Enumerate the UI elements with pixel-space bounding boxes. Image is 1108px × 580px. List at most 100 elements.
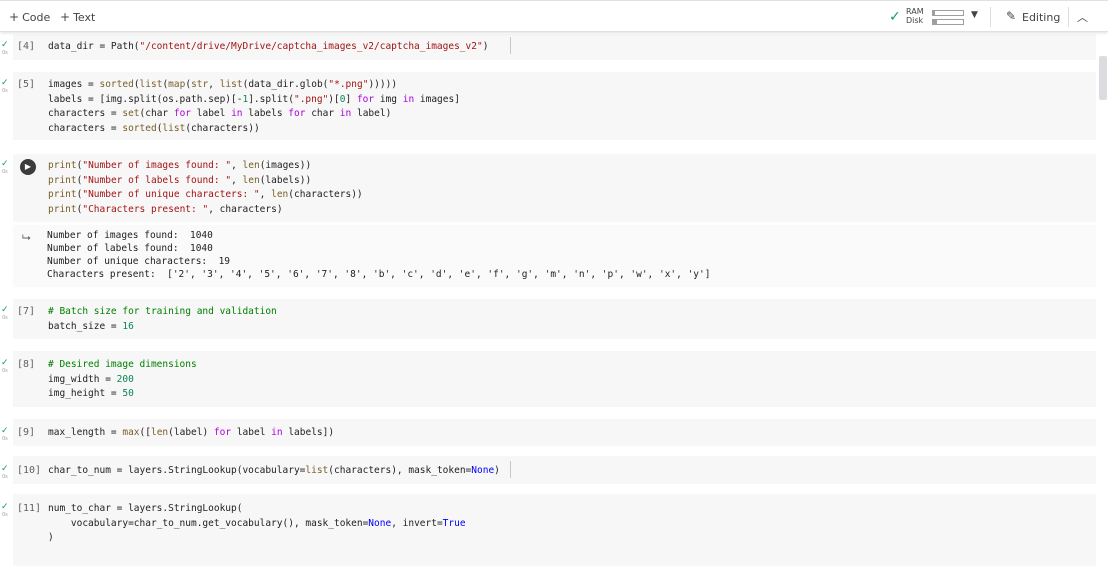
code-token: len (150, 427, 169, 438)
code-line: images = sorted(list(map(str, list(data_… (48, 78, 397, 93)
execution-time: 0s (2, 88, 8, 94)
code-token: "*.png" (328, 79, 369, 90)
notebook-toolbar: + Code + Text ✓ RAM Disk ▼ ✎ Editing ︿ (0, 0, 1108, 32)
code-token: (labels)) (259, 174, 312, 186)
execution-count: [7] (17, 306, 36, 317)
code-token: ].split( (248, 93, 294, 105)
play-icon[interactable]: ▶ (20, 159, 36, 175)
code-line: # Desired image dimensions (48, 358, 197, 373)
check-icon: ✓ (1, 159, 9, 169)
plus-icon: + (60, 10, 71, 24)
code-token: labels]) (282, 427, 335, 438)
execution-time: 0s (2, 512, 8, 518)
code-token: for (173, 108, 192, 119)
ram-label: RAM (906, 7, 924, 16)
check-icon: ✓ (1, 358, 9, 368)
output-line: Number of unique characters: 19 (47, 256, 231, 267)
code-token: images] (414, 93, 460, 105)
resource-monitor[interactable]: RAM Disk (906, 7, 924, 25)
check-icon: ✓ (889, 9, 901, 25)
code-token: in (339, 108, 352, 119)
output-line: Number of labels found: 1040 (47, 243, 213, 254)
divider (990, 7, 991, 27)
code-token: print (48, 203, 77, 215)
code-token: , invert= (391, 517, 443, 529)
output-line: Characters present: ['2', '3', '4', '5',… (47, 269, 711, 280)
code-token: map (168, 79, 186, 90)
code-line: max_length = max([len(label) for label i… (48, 426, 334, 441)
pencil-icon[interactable]: ✎ (1006, 9, 1016, 23)
code-token: (images)) (259, 160, 312, 171)
check-icon: ✓ (1, 426, 9, 436)
check-icon: ✓ (1, 502, 9, 512)
code-token: num_to_char = layers.StringLookup( (48, 503, 243, 514)
code-line: num_to_char = layers.StringLookup( (48, 502, 242, 517)
code-token: ) (482, 41, 489, 52)
code-line: char_to_num = layers.StringLookup(vocabu… (48, 464, 500, 479)
code-line: # Batch size for training and validation (48, 305, 277, 320)
code-token: img_width = (48, 373, 117, 385)
output-arrow-icon[interactable]: ⮡ (22, 231, 31, 245)
code-token: , (259, 189, 272, 200)
code-token: ] (345, 93, 357, 105)
cursor (510, 37, 511, 54)
code-line: data_dir = Path("/content/drive/MyDrive/… (48, 40, 488, 55)
code-token: set (122, 108, 140, 119)
code-token: # Desired image dimensions (48, 359, 197, 370)
execution-time: 0s (2, 436, 8, 442)
code-token: # Batch size for training and validation (48, 306, 277, 317)
code-token: print (48, 189, 77, 200)
code-line: img_height = 50 (48, 387, 134, 402)
execution-time: 0s (2, 169, 8, 175)
code-token: sorted (122, 122, 157, 134)
code-token: max (122, 427, 140, 438)
code-token: len (242, 160, 260, 171)
code-line: vocabulary=char_to_num.get_vocabulary(),… (48, 517, 466, 532)
execution-time: 0s (2, 315, 8, 321)
code-token: None (368, 517, 392, 529)
scrollbar-thumb[interactable] (1099, 56, 1107, 100)
code-token: ".png" (293, 93, 329, 105)
code-token: vocabulary=char_to_num.get_vocabulary(),… (48, 517, 369, 529)
code-token: characters = (48, 108, 123, 119)
code-token: sorted (99, 79, 134, 90)
code-token: len (242, 174, 260, 186)
code-token: 50 (122, 388, 134, 399)
code-token: list (162, 122, 186, 134)
code-token: , (231, 174, 243, 186)
divider (1068, 7, 1069, 27)
code-token: (characters)) (185, 122, 260, 134)
cursor (510, 461, 511, 478)
code-token: images = (48, 79, 100, 90)
chevron-down-icon[interactable]: ▼ (971, 10, 978, 20)
ram-usage-bar (932, 10, 964, 16)
code-line: print("Number of labels found: ", len(la… (48, 174, 311, 189)
code-token: "/content/drive/MyDrive/captcha_images_v… (139, 41, 483, 52)
code-line: batch_size = 16 (48, 320, 134, 335)
chevron-up-icon[interactable]: ︿ (1077, 9, 1088, 25)
code-token: label (231, 427, 272, 438)
code-token: ) (48, 532, 54, 543)
code-token: char_to_num = layers.StringLookup(vocabu… (48, 465, 306, 476)
code-token: in (271, 427, 283, 438)
add-text-button[interactable]: + Text (60, 10, 95, 24)
plus-icon: + (9, 10, 20, 24)
execution-time: 0s (2, 50, 8, 56)
check-icon: ✓ (1, 40, 9, 50)
add-code-button[interactable]: + Code (9, 10, 50, 24)
execution-time: 0s (2, 474, 8, 480)
disk-usage-bar (932, 19, 964, 25)
code-token: char (305, 108, 340, 119)
disk-usage-fill (933, 20, 937, 24)
code-token: (label) (168, 427, 214, 438)
code-token: 16 (122, 320, 134, 332)
code-token: labels = [img.split(os.path.sep)[- (48, 93, 243, 105)
code-token: label) (351, 108, 392, 119)
code-token: )[ (328, 93, 340, 105)
code-token: (characters), mask_token= (328, 465, 472, 476)
code-line: characters = set(char for label in label… (48, 107, 391, 122)
code-token: in (402, 93, 415, 105)
editing-mode-label[interactable]: Editing (1022, 11, 1060, 24)
code-token: list (219, 79, 243, 90)
code-token: ([ (139, 427, 151, 438)
